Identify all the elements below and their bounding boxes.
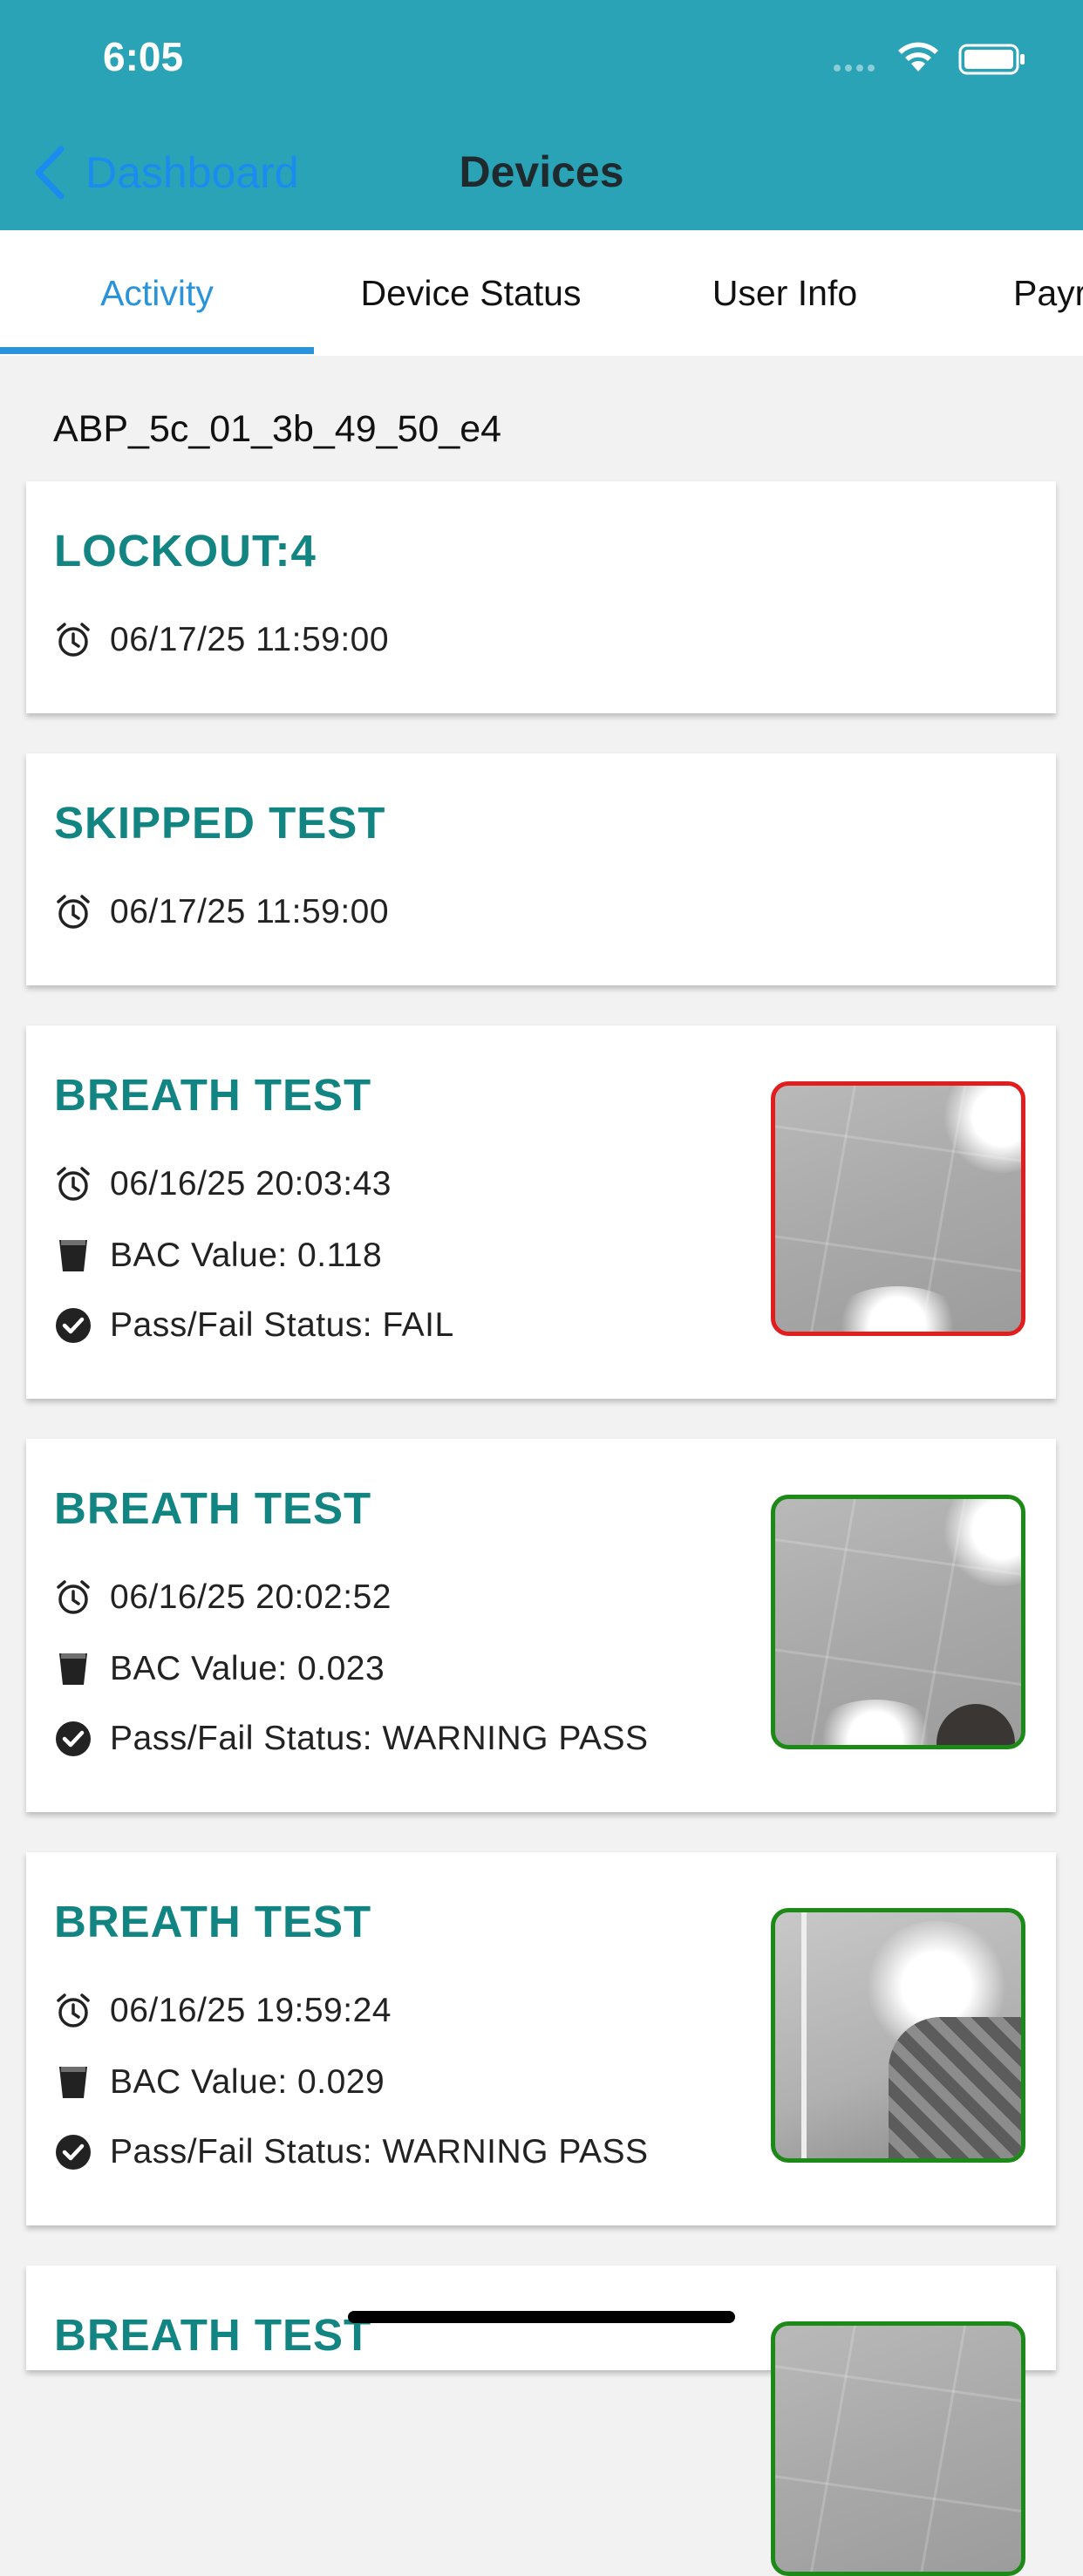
active-tab-indicator xyxy=(0,347,314,354)
check-circle-icon xyxy=(54,1720,92,1758)
alarm-clock-icon xyxy=(54,1992,92,2030)
cup-icon xyxy=(54,1650,92,1688)
event-time: 06/17/25 11:59:00 xyxy=(110,893,390,930)
bac-value: BAC Value: 0.023 xyxy=(110,1650,385,1687)
wifi-icon xyxy=(898,42,938,72)
event-title: BREATH TEST xyxy=(54,1070,372,1120)
event-time: 06/16/25 20:03:43 xyxy=(110,1165,392,1203)
status-time: 6:05 xyxy=(103,34,184,79)
event-title: BREATH TEST xyxy=(54,2310,372,2360)
pass-fail-status: Pass/Fail Status: WARNING PASS xyxy=(110,1720,649,1757)
event-time-row: 06/17/25 11:59:00 xyxy=(54,621,389,659)
tab-activity[interactable]: Activity xyxy=(0,230,314,356)
alarm-clock-icon xyxy=(54,1578,92,1617)
event-time: 06/16/25 19:59:24 xyxy=(110,1992,392,2029)
event-title: BREATH TEST xyxy=(54,1897,372,1946)
bac-value: BAC Value: 0.029 xyxy=(110,2063,385,2101)
cellular-signal-icon xyxy=(834,65,875,72)
alarm-clock-icon xyxy=(54,1165,92,1203)
event-title: LOCKOUT:4 xyxy=(54,526,317,576)
activity-card[interactable]: LOCKOUT:4 06/17/25 11:59:00 xyxy=(26,481,1056,713)
event-time-row: 06/16/25 19:59:24 xyxy=(54,1992,392,2030)
tab-device-status[interactable]: Device Status xyxy=(314,230,628,356)
event-time-row: 06/17/25 11:59:00 xyxy=(54,893,389,931)
test-photo[interactable] xyxy=(771,1908,1025,2163)
navigation-header: 6:05 Dashboard Devices xyxy=(0,0,1083,230)
tab-bar: Activity Device Status User Info Payr xyxy=(0,230,1083,356)
battery-icon xyxy=(958,44,1025,75)
activity-card[interactable]: BREATH TEST 06/16/25 19:59:24 BAC Value:… xyxy=(26,1852,1056,2225)
bac-row: BAC Value: 0.023 xyxy=(54,1650,385,1688)
event-time: 06/17/25 11:59:00 xyxy=(110,621,390,658)
event-title: SKIPPED TEST xyxy=(54,798,386,848)
check-circle-icon xyxy=(54,1306,92,1345)
status-row: Pass/Fail Status: FAIL xyxy=(54,1306,454,1345)
status-row: Pass/Fail Status: WARNING PASS xyxy=(54,1720,648,1758)
activity-card[interactable]: BREATH TEST 06/16/25 20:02:52 BAC Value:… xyxy=(26,1439,1056,1812)
bac-row: BAC Value: 0.118 xyxy=(54,1237,382,1275)
test-photo[interactable] xyxy=(771,1495,1025,1749)
activity-card[interactable]: BREATH TEST 06/16/25 20:03:43 BAC Value:… xyxy=(26,1026,1056,1399)
tab-payments[interactable]: Payr xyxy=(942,230,1083,356)
test-photo[interactable] xyxy=(771,2321,1025,2576)
alarm-clock-icon xyxy=(54,621,92,659)
event-time-row: 06/16/25 20:02:52 xyxy=(54,1578,392,1617)
test-photo[interactable] xyxy=(771,1081,1025,1336)
cup-icon xyxy=(54,1237,92,1275)
page-title: Devices xyxy=(459,147,624,196)
alarm-clock-icon xyxy=(54,893,92,931)
check-circle-icon xyxy=(54,2133,92,2171)
pass-fail-status: Pass/Fail Status: WARNING PASS xyxy=(110,2133,649,2171)
status-row: Pass/Fail Status: WARNING PASS xyxy=(54,2133,648,2171)
home-indicator xyxy=(348,2311,735,2323)
activity-card[interactable]: SKIPPED TEST 06/17/25 11:59:00 xyxy=(26,753,1056,985)
cup-icon xyxy=(54,2063,92,2102)
event-time: 06/16/25 20:02:52 xyxy=(110,1578,392,1616)
device-id: ABP_5c_01_3b_49_50_e4 xyxy=(53,408,502,450)
bac-value: BAC Value: 0.118 xyxy=(110,1237,383,1274)
event-title: BREATH TEST xyxy=(54,1483,372,1533)
bac-row: BAC Value: 0.029 xyxy=(54,2063,385,2102)
tab-user-info[interactable]: User Info xyxy=(628,230,942,356)
pass-fail-status: Pass/Fail Status: FAIL xyxy=(110,1306,454,1344)
event-time-row: 06/16/25 20:03:43 xyxy=(54,1165,392,1203)
